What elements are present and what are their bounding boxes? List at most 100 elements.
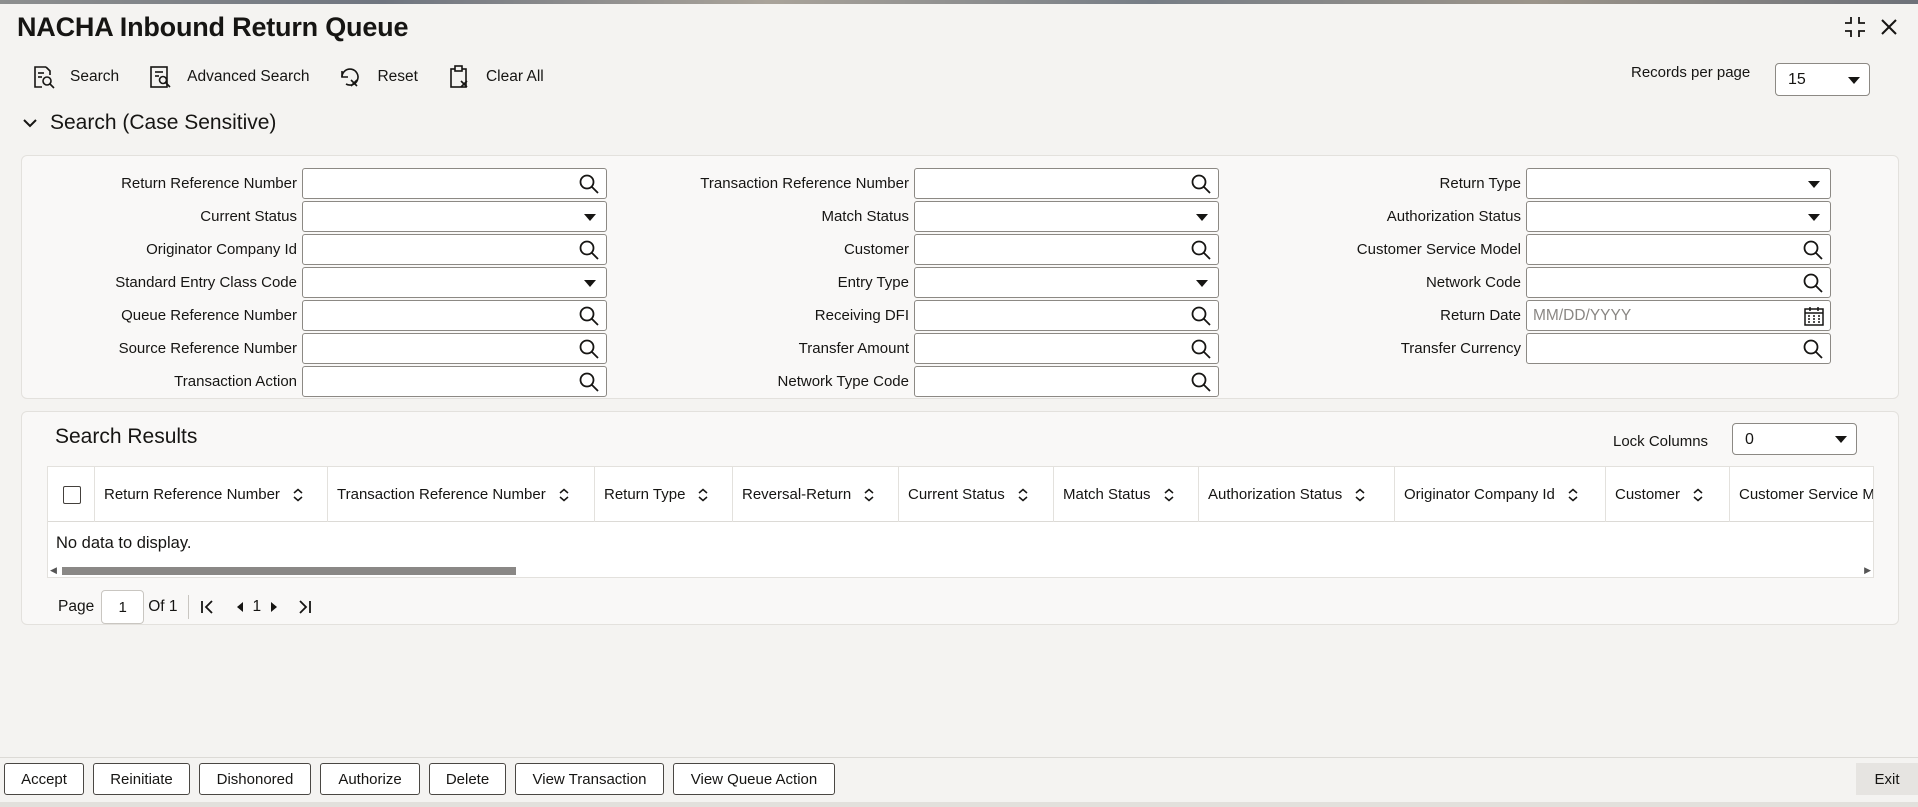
standard-entry-class-code-select[interactable] xyxy=(302,267,607,298)
search-icon[interactable] xyxy=(1190,371,1212,393)
records-per-page-select[interactable]: 15 xyxy=(1775,63,1870,96)
column-header-return-type[interactable]: Return Type xyxy=(595,467,733,522)
return-date-field[interactable] xyxy=(1526,300,1831,331)
next-page-icon[interactable] xyxy=(263,596,285,618)
accept-button[interactable]: Accept xyxy=(4,763,84,795)
column-header-label: Authorization Status xyxy=(1208,486,1343,503)
customer-service-model-input[interactable] xyxy=(1527,235,1797,264)
customer-service-model-field[interactable] xyxy=(1526,234,1831,265)
advanced-search-button[interactable]: Advanced Search xyxy=(147,64,309,90)
horizontal-scrollbar[interactable]: ◀ ▶ xyxy=(48,563,1873,577)
previous-page-icon[interactable] xyxy=(229,596,251,618)
receiving-dfi-input[interactable] xyxy=(915,301,1185,330)
scrollbar-thumb[interactable] xyxy=(62,567,516,575)
select-all-checkbox[interactable] xyxy=(63,486,81,504)
source-reference-number-input[interactable] xyxy=(303,334,573,363)
search-icon[interactable] xyxy=(1190,305,1212,327)
search-icon[interactable] xyxy=(1802,272,1824,294)
column-header-transaction-reference-number[interactable]: Transaction Reference Number xyxy=(328,467,595,522)
search-icon[interactable] xyxy=(1190,239,1212,261)
column-header-originator-company-id[interactable]: Originator Company Id xyxy=(1395,467,1606,522)
scroll-right-icon[interactable]: ▶ xyxy=(1864,565,1871,576)
return-date-input[interactable] xyxy=(1527,301,1797,330)
sort-icon[interactable] xyxy=(696,488,710,502)
transfer-currency-input[interactable] xyxy=(1527,334,1797,363)
network-code-input[interactable] xyxy=(1527,268,1797,297)
network-code-field[interactable] xyxy=(1526,267,1831,298)
delete-button[interactable]: Delete xyxy=(429,763,506,795)
scroll-left-icon[interactable]: ◀ xyxy=(50,565,57,576)
sort-icon[interactable] xyxy=(557,488,571,502)
match-status-select[interactable] xyxy=(914,201,1219,232)
column-header-customer[interactable]: Customer xyxy=(1606,467,1730,522)
sort-icon[interactable] xyxy=(1162,488,1176,502)
search-icon[interactable] xyxy=(1802,338,1824,360)
return-reference-number-input[interactable] xyxy=(303,169,573,198)
search-button-label: Search xyxy=(70,68,120,85)
source-reference-number-field[interactable] xyxy=(302,333,607,364)
search-icon[interactable] xyxy=(1190,338,1212,360)
originator-company-id-input[interactable] xyxy=(303,235,573,264)
search-button[interactable]: Search xyxy=(30,64,119,90)
authorize-button[interactable]: Authorize xyxy=(320,763,420,795)
column-header-current-status[interactable]: Current Status xyxy=(899,467,1054,522)
network-type-code-input[interactable] xyxy=(915,367,1185,396)
current-status-select[interactable] xyxy=(302,201,607,232)
page-number-link[interactable]: 1 xyxy=(253,598,262,616)
transfer-amount-input[interactable] xyxy=(915,334,1185,363)
column-header-customer-service-model[interactable]: Customer Service M xyxy=(1730,467,1873,522)
last-page-icon[interactable] xyxy=(293,596,315,618)
receiving-dfi-field[interactable] xyxy=(914,300,1219,331)
sort-icon[interactable] xyxy=(291,488,305,502)
transaction-reference-number-label: Transaction Reference Number xyxy=(700,175,909,192)
queue-reference-number-input[interactable] xyxy=(303,301,573,330)
sort-icon[interactable] xyxy=(1016,488,1030,502)
search-icon[interactable] xyxy=(1190,173,1212,195)
reinitiate-button[interactable]: Reinitiate xyxy=(93,763,190,795)
first-page-icon[interactable] xyxy=(197,596,219,618)
search-icon[interactable] xyxy=(578,239,600,261)
authorization-status-select[interactable] xyxy=(1526,201,1831,232)
transaction-reference-number-field[interactable] xyxy=(914,168,1219,199)
transaction-reference-number-input[interactable] xyxy=(915,169,1185,198)
view-queue-action-button[interactable]: View Queue Action xyxy=(673,763,835,795)
transfer-amount-field[interactable] xyxy=(914,333,1219,364)
return-reference-number-field[interactable] xyxy=(302,168,607,199)
lock-columns-select[interactable]: 0 xyxy=(1732,423,1857,455)
search-icon[interactable] xyxy=(578,338,600,360)
exit-button[interactable]: Exit xyxy=(1856,763,1918,795)
view-transaction-button[interactable]: View Transaction xyxy=(515,763,664,795)
search-icon[interactable] xyxy=(578,371,600,393)
customer-field[interactable] xyxy=(914,234,1219,265)
network-type-code-field[interactable] xyxy=(914,366,1219,397)
sort-icon[interactable] xyxy=(1566,488,1580,502)
search-icon[interactable] xyxy=(1802,239,1824,261)
queue-reference-number-label: Queue Reference Number xyxy=(121,307,297,324)
customer-input[interactable] xyxy=(915,235,1185,264)
column-header-authorization-status[interactable]: Authorization Status xyxy=(1199,467,1395,522)
search-icon[interactable] xyxy=(578,305,600,327)
transfer-currency-field[interactable] xyxy=(1526,333,1831,364)
calendar-icon[interactable] xyxy=(1802,304,1826,328)
column-header-match-status[interactable]: Match Status xyxy=(1054,467,1199,522)
search-icon[interactable] xyxy=(578,173,600,195)
clear-all-button[interactable]: Clear All xyxy=(446,64,544,90)
current-page-input[interactable]: 1 xyxy=(101,590,145,624)
close-icon[interactable] xyxy=(1876,14,1902,40)
queue-reference-number-field[interactable] xyxy=(302,300,607,331)
entry-type-select[interactable] xyxy=(914,267,1219,298)
reset-button[interactable]: Reset xyxy=(337,64,418,90)
sort-icon[interactable] xyxy=(1691,488,1705,502)
sort-icon[interactable] xyxy=(862,488,876,502)
sort-icon[interactable] xyxy=(1353,488,1367,502)
transaction-action-input[interactable] xyxy=(303,367,573,396)
empty-table-message: No data to display. xyxy=(56,534,192,552)
column-header-return-reference-number[interactable]: Return Reference Number xyxy=(95,467,328,522)
return-type-select[interactable] xyxy=(1526,168,1831,199)
minimize-icon[interactable] xyxy=(1842,14,1868,40)
dishonored-button[interactable]: Dishonored xyxy=(199,763,311,795)
transaction-action-field[interactable] xyxy=(302,366,607,397)
column-header-reversal-return[interactable]: Reversal-Return xyxy=(733,467,899,522)
originator-company-id-field[interactable] xyxy=(302,234,607,265)
search-section-toggle[interactable]: Search (Case Sensitive) xyxy=(22,111,276,135)
